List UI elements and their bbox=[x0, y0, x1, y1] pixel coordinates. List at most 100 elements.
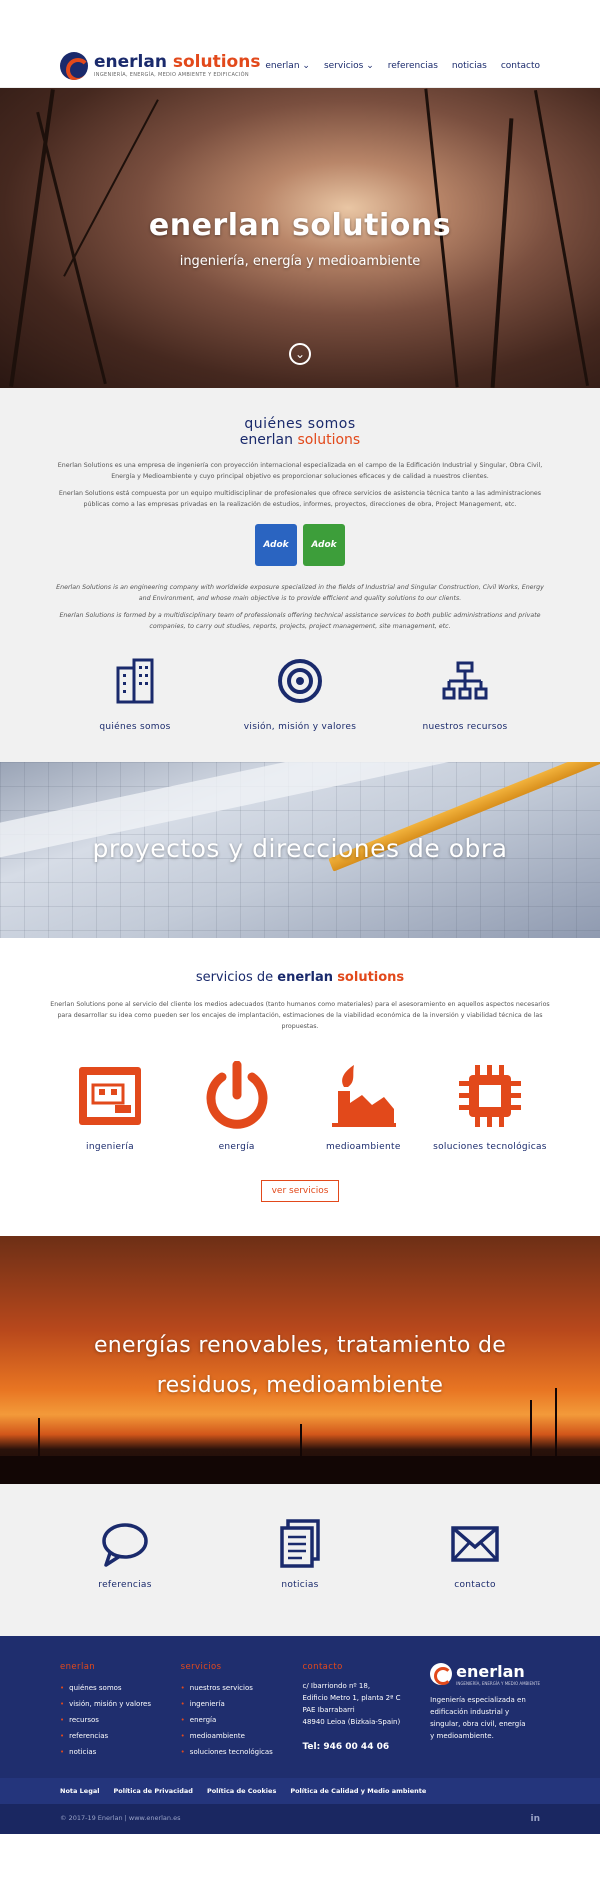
document-icon bbox=[225, 1518, 375, 1570]
tree-silhouette bbox=[63, 99, 159, 277]
footer-col-title: contacto bbox=[302, 1662, 343, 1672]
projects-banner: proyectos y direcciones de obra bbox=[0, 762, 600, 938]
envelope-icon bbox=[400, 1518, 550, 1570]
footer-col-title: enerlan bbox=[60, 1662, 96, 1672]
footer-link[interactable]: recursos bbox=[60, 1712, 151, 1728]
org-chart-icon bbox=[390, 656, 540, 706]
target-icon bbox=[225, 656, 375, 706]
certifications: Adok Adok bbox=[50, 524, 550, 566]
services-section: servicios de enerlan solutions Enerlan S… bbox=[0, 938, 600, 1236]
service-list: ingeniería energía medioambiente solucio… bbox=[50, 1060, 550, 1152]
about-heading-brand: enerlan solutions bbox=[239, 432, 361, 448]
footer-link[interactable]: medioambiente bbox=[181, 1728, 273, 1744]
card-label: noticias bbox=[281, 1580, 319, 1590]
footer-link[interactable]: noticias bbox=[60, 1744, 151, 1760]
service-label: medioambiente bbox=[325, 1142, 401, 1152]
legal-link-cookies[interactable]: Política de Cookies bbox=[207, 1787, 276, 1795]
footer-link[interactable]: ingeniería bbox=[181, 1696, 273, 1712]
about-section: quiénes somos enerlan solutions Enerlan … bbox=[0, 388, 600, 762]
legal-links: Nota Legal Política de Privacidad Políti… bbox=[0, 1778, 600, 1804]
power-icon bbox=[177, 1060, 297, 1132]
nav-enerlan[interactable]: enerlan ⌄ bbox=[265, 61, 310, 71]
footer-address: c/ Ibarriondo nº 18, Edificio Metro 1, p… bbox=[302, 1682, 401, 1726]
services-title: servicios de enerlan solutions bbox=[195, 970, 405, 985]
footer-link[interactable]: quiénes somos bbox=[60, 1680, 151, 1696]
feature-label: quiénes somos bbox=[99, 722, 171, 732]
feature-recursos[interactable]: nuestros recursos bbox=[390, 656, 540, 732]
service-ingenieria[interactable]: ingeniería bbox=[50, 1060, 170, 1152]
factory-plant-icon bbox=[303, 1060, 423, 1132]
about-features: quiénes somos visión, misión y valores n… bbox=[50, 656, 550, 732]
blueprint-icon bbox=[50, 1060, 170, 1132]
nav-servicios[interactable]: servicios ⌄ bbox=[324, 61, 374, 71]
enerlan-logo-icon bbox=[430, 1663, 453, 1685]
legal-link-calidad[interactable]: Política de Calidad y Medio ambiente bbox=[290, 1787, 426, 1795]
service-label: ingeniería bbox=[86, 1142, 134, 1152]
feature-vision-mision[interactable]: visión, misión y valores bbox=[225, 656, 375, 732]
building-icon bbox=[60, 656, 210, 706]
chip-icon bbox=[430, 1060, 550, 1132]
footer-logo-tagline: INGENIERÍA, ENERGÍA Y MEDIO AMBIENTE bbox=[456, 1681, 540, 1686]
service-label: soluciones tecnológicas bbox=[433, 1142, 547, 1152]
service-energia[interactable]: energía bbox=[177, 1060, 297, 1152]
card-contacto[interactable]: contacto bbox=[400, 1518, 550, 1590]
wind-turbine bbox=[300, 1424, 302, 1464]
linkedin-icon[interactable]: in bbox=[531, 1814, 541, 1824]
site-footer: enerlan quiénes somos visión, misión y v… bbox=[0, 1636, 600, 1778]
legal-link-nota-legal[interactable]: Nota Legal bbox=[60, 1787, 99, 1795]
wind-turbine bbox=[38, 1418, 40, 1464]
card-noticias[interactable]: noticias bbox=[225, 1518, 375, 1590]
wind-turbine bbox=[555, 1388, 557, 1464]
feature-label: visión, misión y valores bbox=[243, 722, 357, 732]
main-nav: enerlan ⌄ servicios ⌄ referencias notici… bbox=[265, 61, 540, 71]
footer-description: Ingeniería especializada en edificación … bbox=[430, 1696, 526, 1740]
brand-logo-link[interactable]: enerlan solutions INGENIERÍA, ENERGÍA, M… bbox=[60, 51, 261, 80]
about-paragraph-en-2: Enerlan Solutions is formed by a multidi… bbox=[59, 612, 541, 630]
card-label: referencias bbox=[98, 1580, 152, 1590]
copyright-text: © 2017-19 Enerlan | www.enerlan.es bbox=[60, 1814, 181, 1822]
services-intro: Enerlan Solutions pone al servicio del c… bbox=[50, 1001, 550, 1030]
about-paragraph-en-1: Enerlan Solutions is an engineering comp… bbox=[56, 584, 544, 602]
feature-quienes-somos[interactable]: quiénes somos bbox=[60, 656, 210, 732]
service-soluciones[interactable]: soluciones tecnológicas bbox=[430, 1060, 550, 1152]
renewables-banner: energías renovables, tratamiento de resi… bbox=[0, 1236, 600, 1484]
about-paragraph-2: Enerlan Solutions está compuesta por un … bbox=[58, 490, 542, 508]
feature-label: nuestros recursos bbox=[422, 722, 508, 732]
footer-col-brand: enerlan INGENIERÍA, ENERGÍA Y MEDIO AMBI… bbox=[430, 1662, 540, 1760]
nav-noticias[interactable]: noticias bbox=[452, 61, 487, 71]
copyright-bar: © 2017-19 Enerlan | www.enerlan.es in bbox=[0, 1804, 600, 1834]
chevron-down-icon[interactable]: ⌄ bbox=[289, 343, 311, 365]
enerlan-logo-icon bbox=[60, 51, 88, 80]
footer-link[interactable]: visión, misión y valores bbox=[60, 1696, 151, 1712]
brand-tagline: INGENIERÍA, ENERGÍA, MEDIO AMBIENTE Y ED… bbox=[94, 71, 249, 78]
footer-col-enerlan: enerlan quiénes somos visión, misión y v… bbox=[60, 1662, 151, 1760]
nav-contacto[interactable]: contacto bbox=[501, 61, 540, 71]
nav-referencias[interactable]: referencias bbox=[388, 61, 438, 71]
wind-turbine bbox=[530, 1400, 532, 1464]
tree-silhouette bbox=[490, 118, 514, 388]
footer-link[interactable]: nuestros servicios bbox=[181, 1680, 273, 1696]
ver-servicios-button[interactable]: ver servicios bbox=[260, 1180, 340, 1202]
iso-9001-badge: Adok bbox=[255, 524, 297, 566]
footer-col-servicios: servicios nuestros servicios ingeniería … bbox=[181, 1662, 273, 1760]
about-heading: quiénes somos bbox=[244, 416, 356, 432]
hero-banner: enerlan solutions ingeniería, energía y … bbox=[0, 88, 600, 388]
service-medioambiente[interactable]: medioambiente bbox=[303, 1060, 423, 1152]
brand-name: enerlan solutions bbox=[94, 51, 261, 72]
footer-link[interactable]: soluciones tecnológicas bbox=[181, 1744, 273, 1760]
projects-banner-title: proyectos y direcciones de obra bbox=[92, 834, 508, 863]
footer-link[interactable]: referencias bbox=[60, 1728, 151, 1744]
footer-logo[interactable]: enerlan INGENIERÍA, ENERGÍA Y MEDIO AMBI… bbox=[430, 1662, 540, 1686]
service-label: energía bbox=[218, 1142, 255, 1152]
tree-silhouette bbox=[36, 111, 107, 385]
footer-link[interactable]: energía bbox=[181, 1712, 273, 1728]
iso-14001-badge: Adok bbox=[303, 524, 345, 566]
card-referencias[interactable]: referencias bbox=[50, 1518, 200, 1590]
speech-bubble-icon bbox=[50, 1518, 200, 1570]
legal-link-privacidad[interactable]: Política de Privacidad bbox=[113, 1787, 192, 1795]
footer-phone[interactable]: Tel: 946 00 44 06 bbox=[302, 1742, 400, 1752]
about-paragraph-1: Enerlan Solutions es una empresa de inge… bbox=[57, 462, 543, 480]
quick-links: referencias noticias contacto bbox=[0, 1484, 600, 1636]
footer-logo-name: enerlan bbox=[456, 1662, 525, 1681]
top-spacer bbox=[0, 0, 600, 44]
